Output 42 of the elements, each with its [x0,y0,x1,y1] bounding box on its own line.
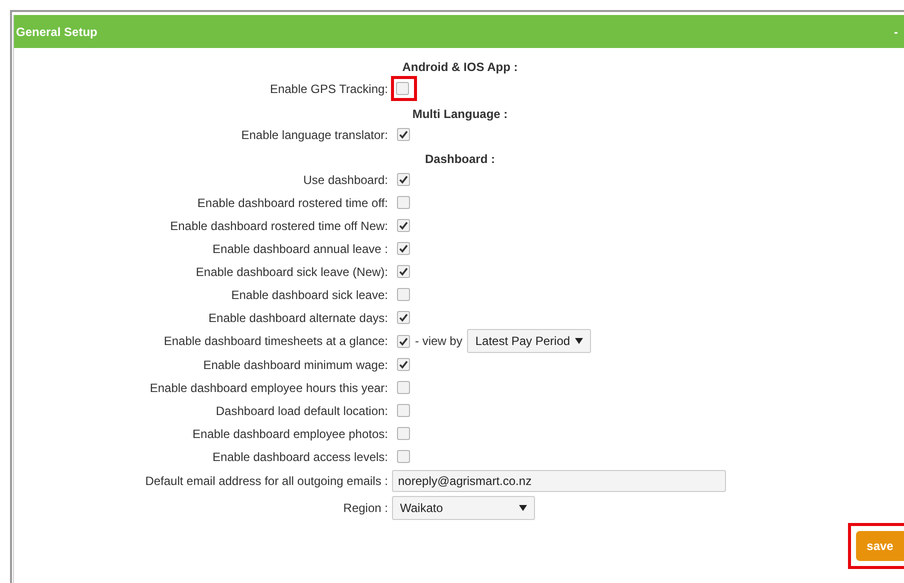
checkbox[interactable] [397,381,410,394]
checkbox[interactable] [397,358,410,371]
checkbox[interactable] [397,242,410,255]
setting-label: Dashboard load default location: [214,404,389,418]
checkbox[interactable] [397,173,410,186]
checkbox[interactable] [397,334,410,348]
setting-label: Enable dashboard rostered time off: [196,196,389,210]
setting-label: Default email address for all outgoing emails : [144,474,389,488]
checkbox[interactable] [396,82,409,95]
setting-label: Enable dashboard sick leave: [230,288,389,302]
setting-label: Enable language translator: [240,128,389,142]
region-dropdown[interactable]: Waikato [392,496,535,520]
checkbox[interactable] [397,265,410,278]
checkbox[interactable] [397,288,410,301]
section-heading: Multi Language : [411,107,509,123]
checkbox[interactable] [397,196,410,209]
setting-label: Enable dashboard employee photos: [192,426,389,440]
setting-label: Use dashboard: [302,172,389,186]
setting-label: Region : [342,500,389,514]
setting-label: Enable dashboard access levels: [212,450,389,464]
checkbox[interactable] [397,311,410,324]
setting-label: Enable GPS Tracking: [268,82,389,96]
setting-label: Enable dashboard sick leave (New): [194,264,389,278]
setting-label: Enable dashboard employee hours this year: [148,380,389,394]
caret-icon [575,338,584,344]
setting-label: Enable dashboard minimum wage: [202,358,389,372]
setting-label: Enable dashboard rostered time off New: [169,218,389,232]
checkbox[interactable] [397,404,410,417]
panel-title: General Setup [16,24,98,38]
checkbox[interactable] [397,450,410,463]
checkbox[interactable] [397,128,410,141]
view-by-label: - view by [415,334,462,348]
setting-label: Enable dashboard alternate days: [208,310,389,324]
setting-label: Enable dashboard annual leave : [212,242,389,256]
section-heading: Dashboard : [424,152,496,168]
email-field[interactable]: noreply@agrismart.co.nz [392,470,726,492]
checkbox[interactable] [397,427,410,440]
setting-label: Enable dashboard timesheets at a glance: [162,334,389,348]
checkbox[interactable] [397,219,410,232]
caret-icon [519,504,527,510]
view-by-dropdown[interactable]: Latest Pay Period [467,329,592,353]
section-heading: Android & IOS App : [401,60,519,76]
